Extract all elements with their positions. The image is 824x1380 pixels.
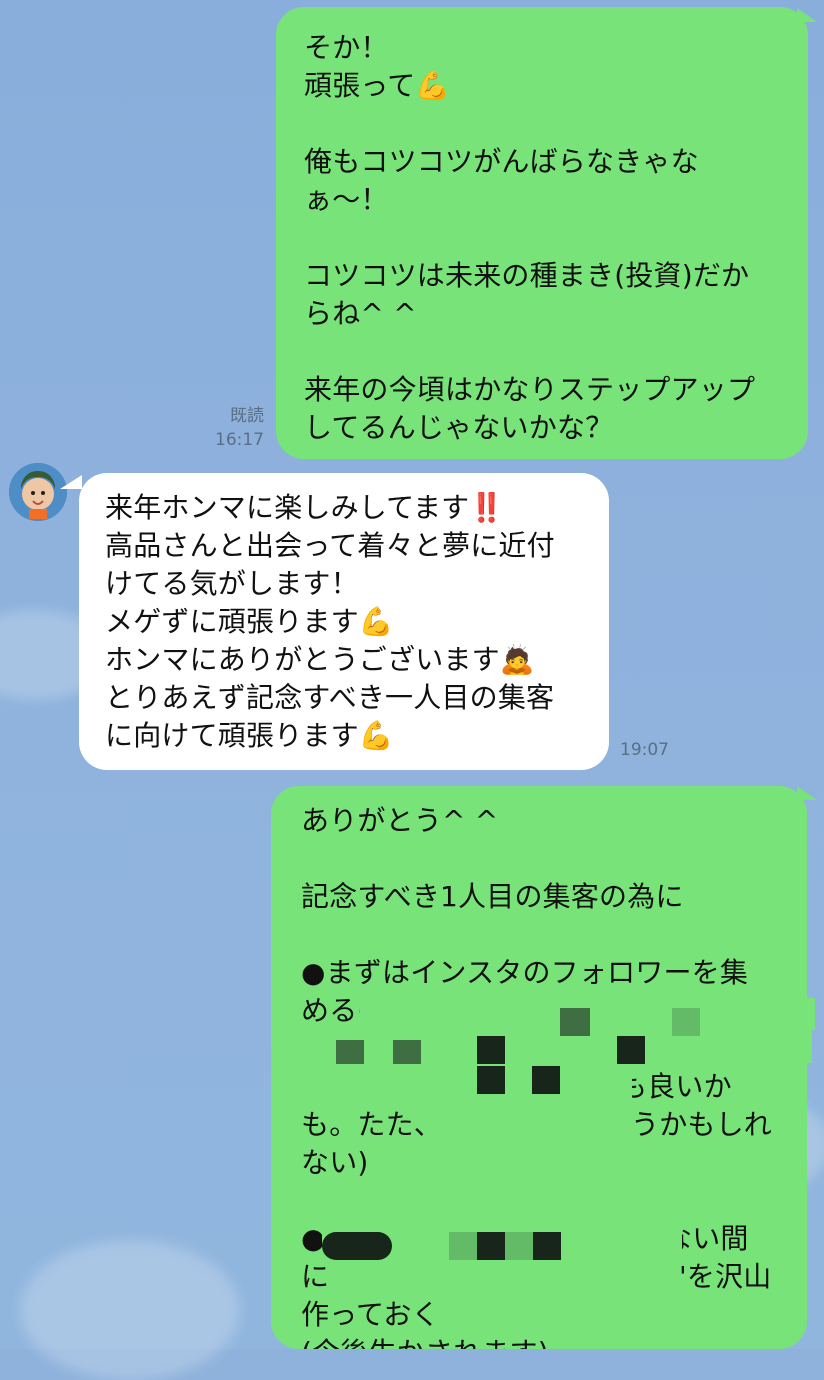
message-line: ●まずはインスタのフォロワーを集 <box>301 956 749 989</box>
read-label: 既読 <box>230 406 264 426</box>
redaction-block <box>532 1066 560 1094</box>
redaction-block <box>617 1036 645 1064</box>
message-line: とりあえず記念すべき一人目の集客 <box>105 681 555 714</box>
message-line: ホンマにありがとうございます🙇 <box>105 643 535 676</box>
message-line: 俺もコツコツがんばらなきゃな <box>304 145 699 178</box>
message-line-blank <box>301 916 789 954</box>
redaction-block <box>336 1040 364 1064</box>
avatar-icon[interactable] <box>9 463 67 521</box>
message-line-fragment: 'を沢山 <box>679 1260 772 1293</box>
bubble-tail <box>797 786 817 800</box>
redaction-block <box>533 1232 561 1260</box>
message-line: ぁ〜！ <box>304 183 389 216</box>
message-line-blank <box>301 840 789 878</box>
message-line: けてる気がします！ <box>105 567 359 600</box>
bubble-tail <box>60 475 82 489</box>
message-line: 来年ホンマに楽しみしてます‼️ <box>105 491 505 524</box>
redaction-block <box>477 1036 505 1064</box>
message-line: メゲずに頑張ります💪 <box>105 605 394 638</box>
read-receipt: 既読 16:17 <box>214 406 264 450</box>
redaction-block <box>560 1008 590 1036</box>
message-line: ない) <box>301 1146 369 1179</box>
message-line-fragment: も。たた、 <box>301 1108 443 1141</box>
redaction-block <box>449 1232 477 1260</box>
message-line: 頑張って💪 <box>304 69 451 102</box>
message-line-blank <box>304 219 786 257</box>
message-line: そか！ <box>304 31 389 64</box>
message-line-fragment: に <box>301 1260 330 1293</box>
redaction-block <box>477 1066 505 1094</box>
message-line: らね^ ^ <box>304 297 417 330</box>
message-line: 来年の今頃はかなりステップアップ <box>304 373 756 406</box>
message-line: 記念すべき1人目の集客の為に <box>301 880 684 913</box>
message-line-blank <box>304 333 786 371</box>
message-line: に 'を沢山 <box>301 1258 789 1296</box>
message-line: してるんじゃないかな？ <box>304 411 614 444</box>
bubble-tail <box>797 8 817 22</box>
redaction-block <box>505 1232 533 1260</box>
message-line-fragment: うかもしれ <box>631 1108 773 1141</box>
message-time: 19:07 <box>620 740 669 760</box>
message-line-fragment: も良いか <box>619 1070 732 1103</box>
message-line: に向けて頑張ります💪 <box>105 719 394 752</box>
redaction-block <box>672 1008 700 1036</box>
redaction-block <box>322 1232 392 1260</box>
message-line: も。たた、 うかもしれ <box>301 1106 789 1144</box>
chat-bubble[interactable]: そか！ 頑張って💪 俺もコツコツがんばらなきゃな ぁ〜！ コツコツは未来の種まき… <box>276 7 808 459</box>
background-cloud <box>20 1240 240 1380</box>
message-line-blank <box>304 105 786 143</box>
redaction-block <box>393 1040 421 1064</box>
redaction-block <box>477 1232 505 1260</box>
message-line: (今後生かされます) <box>301 1334 789 1349</box>
message-line: 高品さんと出会って着々と夢に近付 <box>105 529 555 562</box>
chat-bubble[interactable]: 来年ホンマに楽しみしてます‼️ 高品さんと出会って着々と夢に近付 けてる気がしま… <box>79 473 609 770</box>
message-line: コツコツは未来の種まき(投資)だか <box>304 259 750 292</box>
message-time: 16:17 <box>215 430 264 450</box>
message-line: ありがとう^ ^ <box>301 804 499 837</box>
message-line: 作っておく <box>301 1298 440 1331</box>
message-line-blank <box>301 1182 789 1220</box>
